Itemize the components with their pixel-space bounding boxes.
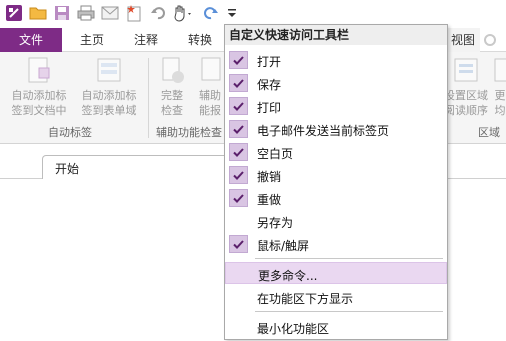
menu-title: 自定义快速访问工具栏 [225,25,447,45]
undo-icon[interactable] [148,3,168,23]
menu-item-email[interactable]: 电子邮件发送当前标签页 [225,118,447,140]
tab-file[interactable]: 文件 [0,28,62,52]
menu-item-label: 电子邮件发送当前标签页 [257,124,390,138]
check-icon [229,143,248,161]
menu-item-minimize-ribbon[interactable]: 最小化功能区 [225,316,447,338]
menu-item-label: 撤销 [257,170,282,184]
more-icon [493,56,506,86]
ribbon-label: 自动添加标 签到表单域 [81,89,137,117]
reading-order-icon [452,56,480,86]
tab-convert[interactable]: 转换 [178,28,222,52]
email-icon[interactable] [100,3,120,23]
menu-item-show-below-ribbon[interactable]: 在功能区下方显示 [225,286,447,308]
tab-view[interactable]: 视图 [446,28,480,52]
menu-item-label: 空白页 [257,147,294,161]
document-tab[interactable]: 开始 × [42,155,242,179]
check-icon [229,120,248,138]
report-icon [196,56,224,86]
menu-item-label: 在功能区下方显示 [257,292,354,306]
menu-item-undo[interactable]: 撤销 [225,164,447,186]
tab-home[interactable]: 主页 [70,28,114,52]
group-label-auto-tag: 自动标签 [48,126,92,139]
check-icon [229,74,248,92]
menu-item-label: 更多命令... [258,269,318,283]
menu-item-label: 保存 [257,78,282,92]
tab-comment[interactable]: 注释 [124,28,168,52]
ribbon-more-button[interactable]: 更均 [490,56,506,126]
customize-icon[interactable] [224,3,240,23]
redo-icon[interactable] [201,3,221,23]
auto-tag-document-button[interactable]: 自动添加标 签到文档中 [4,56,74,126]
open-folder-icon[interactable] [28,3,48,23]
group-label-accessibility: 辅助功能检查 [156,126,222,139]
auto-tag-form-button[interactable]: 自动添加标 签到表单域 [74,56,144,126]
ribbon-label: 更均 [494,89,506,117]
menu-item-open[interactable]: 打开 [225,49,447,71]
document-tab-label: 开始 [55,162,80,176]
customize-toolbar-menu: 自定义快速访问工具栏 打开 保存 打印 电子邮件发送当前标签页 空白页 撤销 重… [224,24,448,340]
new-page-icon[interactable] [124,3,144,23]
hand-tool-icon[interactable] [172,3,196,23]
tag-document-icon [25,56,53,86]
menu-item-label: 打印 [257,101,282,115]
app-logo-icon[interactable] [4,3,24,23]
menu-separator [255,311,443,312]
menu-item-save-as[interactable]: 另存为 [225,210,447,232]
save-icon[interactable] [52,3,72,23]
print-icon[interactable] [76,3,96,23]
menu-item-save[interactable]: 保存 [225,72,447,94]
menu-item-label: 鼠标/触屏 [257,239,310,253]
menu-item-print[interactable]: 打印 [225,95,447,117]
menu-item-redo[interactable]: 重做 [225,187,447,209]
menu-item-label: 另存为 [257,216,294,230]
menu-item-blank-page[interactable]: 空白页 [225,141,447,163]
check-icon [229,166,248,184]
tag-form-icon [95,56,123,86]
group-label-region: 区域 [478,126,500,139]
menu-separator [255,258,443,259]
check-icon [229,235,248,253]
menu-item-label: 打开 [257,55,282,69]
help-icon[interactable] [484,34,496,46]
check-doc-icon [158,56,186,86]
check-icon [229,51,248,69]
menu-item-label: 重做 [257,193,282,207]
menu-item-mouse-touch[interactable]: 鼠标/触屏 [225,233,447,255]
check-icon [229,189,248,207]
menu-item-label: 最小化功能区 [257,322,330,336]
check-icon [229,97,248,115]
ribbon-label: 自动添加标 签到文档中 [11,89,67,117]
menu-item-more-commands[interactable]: 更多命令... [225,262,447,284]
